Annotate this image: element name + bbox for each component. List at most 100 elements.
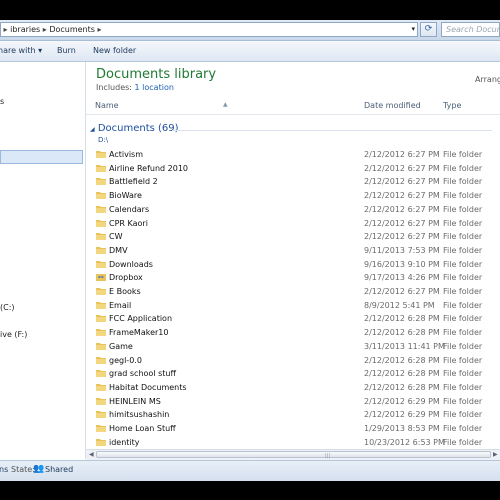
file-date: 2/12/2012 6:28 PM <box>364 369 440 379</box>
file-type: File folder <box>443 245 483 255</box>
details-pane: ns State: 👥 Shared <box>0 460 500 481</box>
file-date: 2/12/2012 6:28 PM <box>364 314 440 324</box>
scrollbar-thumb[interactable]: ||| <box>96 451 491 459</box>
file-name: Battlefield 2 <box>109 177 158 187</box>
address-bar[interactable]: ▸ ibraries ▸ Documents ▸ ▾ <box>0 22 418 37</box>
file-type: File folder <box>443 341 483 351</box>
file-row[interactable]: Email 8/9/2012 5:41 PM File folder <box>86 299 500 313</box>
file-name: FCC Application <box>109 314 173 324</box>
file-row[interactable]: FrameMaker10 2/12/2012 6:28 PM File folder <box>86 326 500 340</box>
nav-item-local-disk-c[interactable]: (C:) <box>0 303 15 312</box>
file-row[interactable]: FCC Application 2/12/2012 6:28 PM File fol… <box>86 312 500 326</box>
folder-icon <box>96 233 106 241</box>
column-headers: Name ▲ Date modified Type <box>86 98 500 115</box>
file-row[interactable]: Dropbox 9/17/2013 4:26 PM File folder <box>86 271 500 285</box>
file-type: File folder <box>443 410 483 420</box>
collapse-icon[interactable]: ◢ <box>90 126 95 133</box>
file-type: File folder <box>443 218 483 228</box>
file-row[interactable]: Airline Refund 2010 2/12/2012 6:27 PM File… <box>86 162 500 176</box>
file-name: Dropbox <box>109 273 143 283</box>
breadcrumb-documents[interactable]: Documents <box>49 23 95 36</box>
file-name: Game <box>109 341 133 351</box>
nav-item-partial[interactable]: s <box>0 97 4 106</box>
arrange-by-button[interactable]: Arrang <box>475 75 500 84</box>
content-pane: Documents library Includes: 1 location A… <box>86 62 500 459</box>
chevron-down-icon: ▾ <box>38 46 43 55</box>
locations-link[interactable]: 1 location <box>135 83 174 92</box>
address-dropdown-icon[interactable]: ▾ <box>411 23 415 36</box>
folder-icon <box>96 370 106 378</box>
new-folder-button[interactable]: New folder <box>93 41 136 61</box>
horizontal-scrollbar[interactable]: ◀ ||| ▶ <box>86 449 500 460</box>
breadcrumb-arrow-icon[interactable]: ▸ <box>95 23 101 36</box>
file-date: 2/12/2012 6:27 PM <box>364 232 440 242</box>
address-row: ▸ ibraries ▸ Documents ▸ ▾ ⟳ Search Docu… <box>0 20 500 41</box>
file-type: File folder <box>443 424 483 433</box>
file-row[interactable]: Downloads 9/16/2013 9:10 PM File folder <box>86 258 500 272</box>
file-date: 1/29/2013 8:53 PM <box>364 424 440 433</box>
includes-label: Includes: <box>96 83 132 92</box>
scroll-right-icon[interactable]: ▶ <box>493 450 498 460</box>
folder-icon <box>96 342 106 350</box>
share-with-label: hare with <box>0 46 36 55</box>
file-row[interactable]: BioWare 2/12/2012 6:27 PM File folder <box>86 189 500 203</box>
column-header-name[interactable]: Name <box>95 101 119 110</box>
group-header[interactable]: ◢ Documents (69) <box>90 123 179 134</box>
scroll-left-icon[interactable]: ◀ <box>89 450 94 460</box>
file-name: gegl-0.0 <box>109 355 142 365</box>
file-name: CW <box>109 232 123 242</box>
file-row[interactable]: himitsushashin 2/12/2012 6:29 PM File fold… <box>86 408 500 422</box>
file-type: File folder <box>443 314 483 324</box>
file-type: File folder <box>443 437 483 447</box>
file-type: File folder <box>443 232 483 242</box>
file-row[interactable]: grad school stuff 2/12/2012 6:28 PM File f… <box>86 367 500 381</box>
shared-users-icon: 👥 <box>33 464 45 474</box>
file-row[interactable]: E Books 2/12/2012 6:27 PM File folder <box>86 285 500 299</box>
file-date: 2/12/2012 6:27 PM <box>364 287 440 296</box>
folder-icon <box>96 260 106 268</box>
dropbox-folder-icon <box>96 274 106 282</box>
file-name: Email <box>109 300 132 310</box>
library-includes: Includes: 1 location <box>96 83 174 92</box>
library-title: Documents library <box>96 67 217 82</box>
file-type: File folder <box>443 150 483 159</box>
file-row[interactable]: Activism 2/12/2012 6:27 PM File folder <box>86 148 500 162</box>
file-name: BioWare <box>109 191 142 201</box>
breadcrumb-arrow-icon[interactable]: ▸ <box>40 23 49 36</box>
file-name: Downloads <box>109 259 153 269</box>
breadcrumb-libraries[interactable]: ibraries <box>10 23 40 36</box>
file-type: File folder <box>443 396 483 406</box>
file-name: Airline Refund 2010 <box>109 163 189 173</box>
file-type: File folder <box>443 259 483 269</box>
column-header-type[interactable]: Type <box>443 101 461 110</box>
file-row[interactable]: Home Loan Stuff 1/29/2013 8:53 PM File fol… <box>86 422 500 436</box>
window-top-edge <box>0 0 500 20</box>
navigation-pane: s (C:) ive (F:) <box>0 62 86 459</box>
nav-item-selected[interactable] <box>0 150 83 164</box>
file-row[interactable]: Habitat Documents 2/12/2012 6:28 PM File f… <box>86 381 500 395</box>
file-row[interactable]: DMV 9/11/2013 7:53 PM File folder <box>86 244 500 258</box>
file-row[interactable]: gegl-0.0 2/12/2012 6:28 PM File folder <box>86 354 500 368</box>
file-name: Habitat Documents <box>109 382 187 392</box>
file-row[interactable]: HEINLEIN MS 2/12/2012 6:29 PM File folder <box>86 395 500 409</box>
search-input[interactable]: Search Docume <box>441 22 500 37</box>
file-row[interactable]: Game 3/11/2013 11:41 PM File folder <box>86 340 500 354</box>
file-row[interactable]: Calendars 2/12/2012 6:27 PM File folder <box>86 203 500 217</box>
breadcrumb-arrow-icon[interactable]: ▸ <box>1 23 10 36</box>
folder-icon <box>96 178 106 186</box>
column-header-date[interactable]: Date modified <box>364 101 421 110</box>
folder-icon <box>96 438 106 446</box>
folder-icon <box>96 411 106 419</box>
burn-button[interactable]: Burn <box>57 41 76 61</box>
file-date: 2/12/2012 6:27 PM <box>364 150 440 159</box>
group-path: D:\ <box>98 136 109 144</box>
file-name: Home Loan Stuff <box>109 424 176 433</box>
nav-item-drive-f[interactable]: ive (F:) <box>0 330 27 339</box>
file-row[interactable]: CW 2/12/2012 6:27 PM File folder <box>86 230 500 244</box>
file-row[interactable]: CPR Kaori 2/12/2012 6:27 PM File folder <box>86 217 500 231</box>
folder-icon <box>96 151 106 158</box>
file-row[interactable]: identity 10/23/2012 6:53 PM File folder <box>86 436 500 450</box>
refresh-button[interactable]: ⟳ <box>420 22 437 37</box>
file-row[interactable]: Battlefield 2 2/12/2012 6:27 PM File folde… <box>86 175 500 189</box>
share-with-button[interactable]: hare with ▾ <box>0 41 42 61</box>
